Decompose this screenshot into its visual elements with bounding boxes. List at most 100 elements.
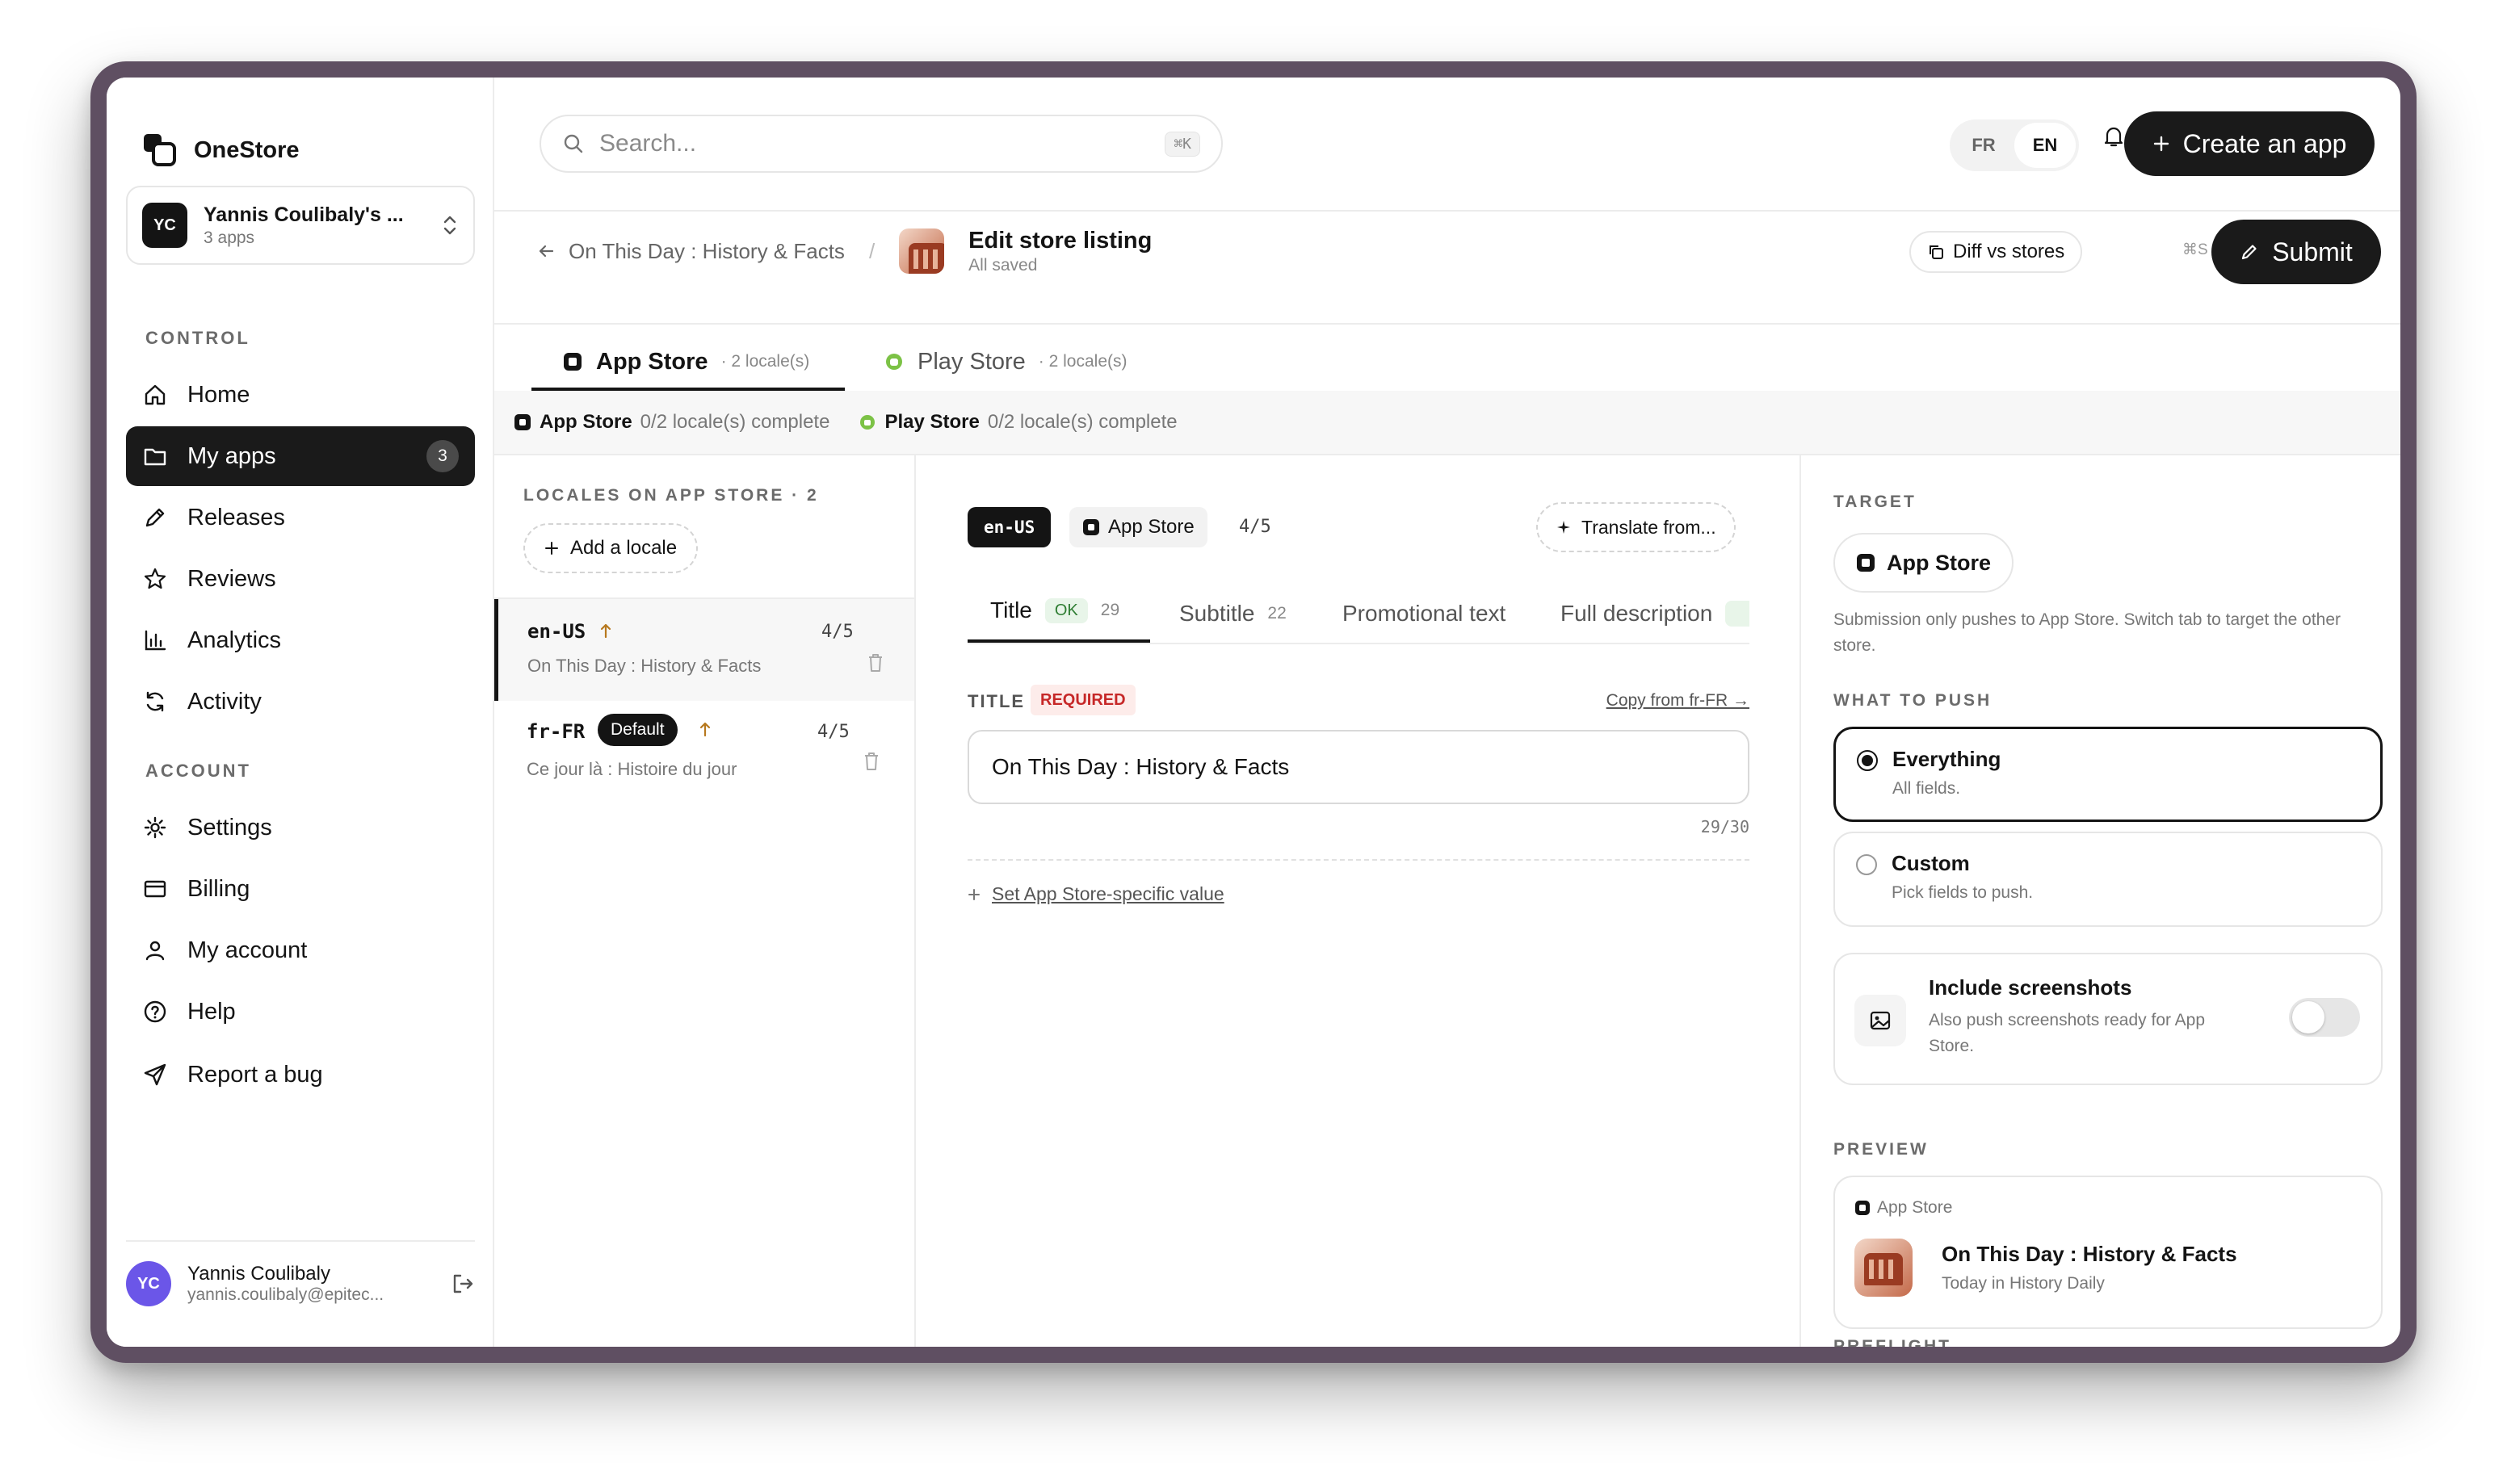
star-icon [142, 567, 168, 591]
user-icon [142, 938, 168, 962]
chevron-up-down-icon [441, 213, 459, 237]
tab-label: Full description [1560, 601, 1713, 626]
option-custom[interactable]: Custom Pick fields to push. [1833, 832, 2383, 927]
sparkles-icon [1556, 519, 1572, 535]
save-status: All saved [968, 255, 1038, 275]
sidebar-item-label: Home [187, 381, 250, 408]
sidebar-item-my-account[interactable]: My account [126, 920, 475, 980]
editor-progress: 4/5 [1239, 517, 1271, 537]
copy-from-link[interactable]: Copy from fr-FR → [1593, 691, 1749, 711]
create-app-button[interactable]: Create an app [2124, 111, 2375, 176]
sidebar-item-label: Help [187, 998, 236, 1025]
target-store-chip[interactable]: App Store [1833, 533, 2014, 593]
active-field-tab-indicator [968, 639, 1150, 643]
app-logo[interactable]: OneStore [142, 132, 300, 168]
field-tabs: Title OK 29 Subtitle 22 Promotional text… [968, 580, 1749, 644]
tab-subtitle[interactable]: Subtitle 22 [1179, 601, 1287, 627]
tab-full-description[interactable]: Full description [1560, 601, 1749, 627]
language-switcher[interactable]: FR EN [1950, 119, 2079, 171]
target-panel: TARGET App Store Submission only pushes … [1799, 455, 2400, 1347]
include-screenshots-card: Include screenshots Also push screenshot… [1833, 953, 2383, 1085]
tab-app-store[interactable]: App Store · 2 locale(s) [562, 333, 809, 391]
breadcrumb-separator: / [868, 238, 876, 263]
help-circle-icon [142, 1000, 168, 1024]
translate-button[interactable]: Translate from... [1536, 502, 1736, 552]
sidebar-item-reviews[interactable]: Reviews [126, 549, 475, 609]
submit-button[interactable]: Submit [2211, 220, 2381, 284]
lang-fr-option[interactable]: FR [1953, 123, 2014, 168]
set-specific-value-link[interactable]: Set App Store-specific value [968, 883, 1224, 905]
sidebar-item-analytics[interactable]: Analytics [126, 610, 475, 670]
play-store-progress: Play Store 0/2 locale(s) complete [859, 411, 1178, 434]
trash-icon[interactable] [867, 652, 884, 673]
sidebar-item-releases[interactable]: Releases [126, 488, 475, 547]
screenshots-toggle[interactable] [2289, 998, 2360, 1037]
title-input[interactable]: On This Day : History & Facts [968, 730, 1749, 804]
avatar: YC [126, 1261, 171, 1306]
diff-vs-stores-button[interactable]: Diff vs stores [1909, 231, 2083, 273]
image-icon-box [1854, 995, 1906, 1046]
page-title: Edit store listing [968, 227, 1153, 254]
locale-code: en-US [527, 620, 586, 643]
credit-card-icon [142, 877, 168, 901]
copy-icon [1927, 243, 1945, 261]
sidebar-item-label: Analytics [187, 627, 282, 653]
tab-title[interactable]: Title OK 29 [990, 597, 1119, 623]
editor-panel: en-US App Store 4/5 Translate from... Ti… [916, 455, 1799, 1347]
sidebar-item-settings[interactable]: Settings [126, 798, 475, 857]
diff-label: Diff vs stores [1953, 241, 2065, 262]
app-store-icon [1856, 553, 1875, 572]
search-input[interactable]: Search... [599, 130, 1165, 157]
search-bar[interactable]: Search... ⌘K [540, 115, 1223, 173]
target-note: Submission only pushes to App Store. Swi… [1833, 610, 2341, 655]
app-store-icon [562, 351, 583, 372]
bell-icon [2102, 124, 2126, 149]
tab-play-store[interactable]: Play Store · 2 locale(s) [884, 333, 1128, 391]
lang-en-option[interactable]: EN [2014, 123, 2076, 168]
sidebar-item-activity[interactable]: Activity [126, 672, 475, 732]
main-area: Search... ⌘K FR EN 2 Create an app On Th… [494, 78, 2400, 1347]
sidebar-item-home[interactable]: Home [126, 365, 475, 425]
radio-custom[interactable] [1856, 854, 1877, 875]
sidebar-item-report-bug[interactable]: Report a bug [126, 1045, 475, 1105]
logout-icon[interactable] [451, 1272, 475, 1296]
char-count: 22 [1267, 604, 1287, 623]
locale-row-fr-fr[interactable]: fr-FR Default 4/5 Ce jour là : Histoire … [494, 701, 914, 803]
preview-card: App Store On This Day : History & Facts … [1833, 1176, 2383, 1329]
arrow-left-icon[interactable] [536, 241, 556, 261]
breadcrumb: On This Day : History & Facts / Edit sto… [536, 223, 1152, 279]
back-link[interactable]: On This Day : History & Facts [569, 239, 845, 264]
set-specific-label: Set App Store-specific value [992, 883, 1224, 904]
divider [494, 210, 2400, 212]
add-locale-button[interactable]: Add a locale [523, 523, 699, 573]
ok-badge: OK [1044, 597, 1088, 623]
plus-icon [544, 541, 559, 555]
user-email: yannis.coulibaly@epitec... [187, 1285, 384, 1304]
sidebar-item-label: Activity [187, 688, 262, 715]
user-name: Yannis Coulibaly [187, 1263, 330, 1285]
arrow-up-icon [598, 622, 613, 639]
radio-everything[interactable] [1857, 750, 1878, 771]
android-icon [859, 413, 876, 431]
progress-store: App Store [540, 411, 632, 433]
user-profile[interactable]: YC Yannis Coulibaly yannis.coulibaly@epi… [126, 1240, 475, 1306]
tab-label: Subtitle [1179, 601, 1255, 626]
default-badge: Default [598, 714, 678, 746]
gear-icon [142, 815, 168, 840]
tab-label: Title [990, 597, 1032, 623]
sidebar-item-billing[interactable]: Billing [126, 859, 475, 919]
trash-icon[interactable] [863, 751, 880, 772]
sidebar-item-help[interactable]: Help [126, 982, 475, 1042]
required-badge: REQUIRED [1031, 685, 1136, 715]
tab-promotional-text[interactable]: Promotional text [1342, 601, 1505, 627]
target-store-label: App Store [1887, 550, 1992, 575]
what-to-push-heading: WHAT TO PUSH [1833, 691, 1993, 710]
submit-label: Submit [2272, 237, 2353, 266]
add-locale-label: Add a locale [570, 537, 678, 559]
locale-row-en-us[interactable]: en-US 4/5 On This Day : History & Facts [494, 599, 914, 701]
workspace-switcher[interactable]: YC Yannis Coulibaly's ... 3 apps [126, 186, 475, 265]
option-everything[interactable]: Everything All fields. [1833, 727, 2383, 822]
sidebar-item-label: Settings [187, 814, 272, 841]
sidebar-item-label: My account [187, 937, 308, 963]
sidebar-item-my-apps[interactable]: My apps 3 [126, 426, 475, 486]
